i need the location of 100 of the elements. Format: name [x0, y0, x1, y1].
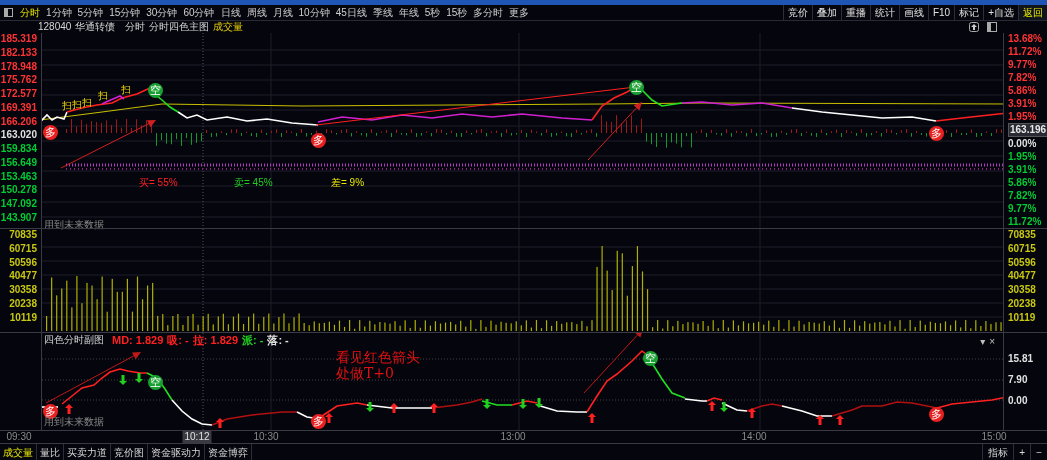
- toolbar-button[interactable]: 返回: [1018, 5, 1047, 20]
- period-tab[interactable]: 15分钟: [106, 5, 144, 20]
- axis-label: 150.278: [0, 184, 37, 197]
- axis-label: 169.391: [0, 101, 37, 114]
- signal-badge: 多: [43, 125, 58, 140]
- axis-label: 143.907: [0, 211, 37, 224]
- axis-label: 10119: [1008, 311, 1036, 324]
- period-tab[interactable]: 45日线: [332, 5, 370, 20]
- axis-label: 3.91%: [1008, 97, 1037, 110]
- pane-control[interactable]: ▾: [978, 336, 988, 348]
- period-tab[interactable]: 日线: [217, 5, 244, 20]
- period-tab[interactable]: 季线: [369, 5, 396, 20]
- price-tag: 163.196: [1008, 123, 1047, 138]
- signal-badge: 空: [643, 351, 658, 366]
- period-tab[interactable]: 1分钟: [43, 5, 75, 20]
- axis-label: 70835: [1008, 229, 1036, 241]
- axis-label: 1.95%: [1008, 151, 1037, 164]
- time-label: 09:30: [5, 431, 33, 443]
- axis-label: 40477: [1008, 270, 1036, 283]
- period-tab[interactable]: 15秒: [443, 5, 471, 20]
- toolbar-button[interactable]: 叠加: [811, 5, 841, 20]
- toolbar-button[interactable]: 竞价: [782, 5, 812, 20]
- security-name: 华通转债: [75, 21, 116, 33]
- period-tab[interactable]: 周线: [243, 5, 270, 20]
- axis-label: 30358: [9, 284, 37, 297]
- signal-badge: 多: [311, 133, 326, 148]
- axis-label: 175.762: [0, 74, 37, 87]
- period-tab[interactable]: 5秒: [421, 5, 444, 20]
- axis-label: 20238: [9, 298, 37, 311]
- period-tab[interactable]: 分时: [17, 5, 43, 20]
- time-label: 15:00: [980, 431, 1008, 443]
- time-label: 13:00: [499, 431, 527, 443]
- period-tab[interactable]: 30分钟: [143, 5, 181, 20]
- period-tab[interactable]: 60分钟: [180, 5, 218, 20]
- axis-label: 9.77%: [1008, 58, 1037, 71]
- toolbar-button[interactable]: F10: [927, 5, 955, 20]
- axis-label: 11.72%: [1008, 215, 1042, 228]
- toolbar-button[interactable]: 画线: [898, 5, 928, 20]
- indicator-tab[interactable]: 量比: [37, 444, 64, 460]
- axis-label: 166.206: [0, 115, 37, 128]
- indicator-reading: 吸: -: [167, 334, 189, 346]
- period-tab[interactable]: 10分钟: [295, 5, 333, 20]
- axis-label: 10119: [9, 311, 37, 324]
- axis-label: 70835: [9, 229, 37, 241]
- period-tab[interactable]: 5分钟: [74, 5, 107, 20]
- signal-label: 扫: [72, 99, 82, 110]
- axis-label: 60715: [9, 242, 37, 255]
- indicator-tab[interactable]: 资金博弈: [205, 444, 252, 460]
- pane-control[interactable]: ×: [987, 336, 997, 348]
- signal-badge: 多: [311, 414, 326, 429]
- indicator-tab[interactable]: 买卖力道: [64, 444, 111, 460]
- axis-label: 156.649: [0, 156, 37, 169]
- axis-label: 5.86%: [1008, 177, 1037, 190]
- axis-label: 40477: [9, 270, 37, 283]
- tool-button[interactable]: 指标: [982, 444, 1014, 460]
- indicator-reading: 拉: 1.829: [192, 334, 238, 346]
- axis-label: 5.86%: [1008, 84, 1037, 97]
- period-tab[interactable]: 月线: [269, 5, 296, 20]
- period-tab[interactable]: 年线: [395, 5, 422, 20]
- signal-label: 扫: [82, 97, 92, 108]
- signal-badge: 多: [43, 404, 58, 419]
- period-tab[interactable]: 更多: [506, 5, 533, 20]
- stat-text: 买= 55%: [139, 177, 178, 189]
- axis-label: 7.82%: [1008, 71, 1037, 84]
- chart-mode: 分时: [125, 21, 146, 33]
- axis-label: 9.77%: [1008, 203, 1037, 215]
- axis-label: 50596: [9, 256, 37, 269]
- axis-label: 185.319: [0, 33, 37, 45]
- axis-label: 0.00: [1008, 395, 1028, 407]
- indicator-tab[interactable]: 资金驱动力: [148, 444, 205, 460]
- tip-text: 看见红色箭头处做T+0: [336, 349, 420, 381]
- indicator-title: 四色分时副图: [44, 334, 104, 346]
- axis-label: 15.81: [1008, 353, 1034, 365]
- axis-label: 182.133: [0, 46, 37, 59]
- axis-label: 11.72%: [1008, 45, 1042, 58]
- axis-label: 153.463: [0, 170, 37, 183]
- axis-label: 159.834: [0, 143, 37, 156]
- time-label: 10:12: [182, 431, 212, 443]
- stat-text: 差= 9%: [331, 177, 365, 189]
- indicator-tab[interactable]: 竞价图: [111, 444, 148, 460]
- axis-label: 0.00%: [1008, 138, 1037, 151]
- signal-badge: 空: [148, 83, 163, 98]
- axis-label: 3.91%: [1008, 164, 1037, 177]
- signal-label: 扫: [62, 100, 72, 112]
- indicator-tab[interactable]: 成交量: [0, 444, 37, 460]
- toolbar-button[interactable]: 统计: [869, 5, 899, 20]
- toolbar-button[interactable]: 标记: [954, 5, 984, 20]
- tool-button[interactable]: +: [1013, 444, 1031, 460]
- indicator-reading: 派: -: [242, 334, 264, 346]
- axis-label: 163.020: [0, 129, 37, 142]
- time-label: 10:30: [252, 431, 280, 443]
- axis-label: 1.95%: [1008, 110, 1037, 123]
- axis-label: 7.82%: [1008, 190, 1037, 203]
- axis-label: 60715: [1008, 242, 1036, 255]
- period-tab[interactable]: 多分时: [470, 5, 507, 20]
- toolbar-button[interactable]: 重播: [840, 5, 870, 20]
- axis-label: 147.092: [0, 198, 37, 211]
- tool-button[interactable]: −: [1030, 444, 1047, 460]
- axis-label: 172.577: [0, 88, 37, 101]
- axis-label: 13.68%: [1008, 33, 1042, 45]
